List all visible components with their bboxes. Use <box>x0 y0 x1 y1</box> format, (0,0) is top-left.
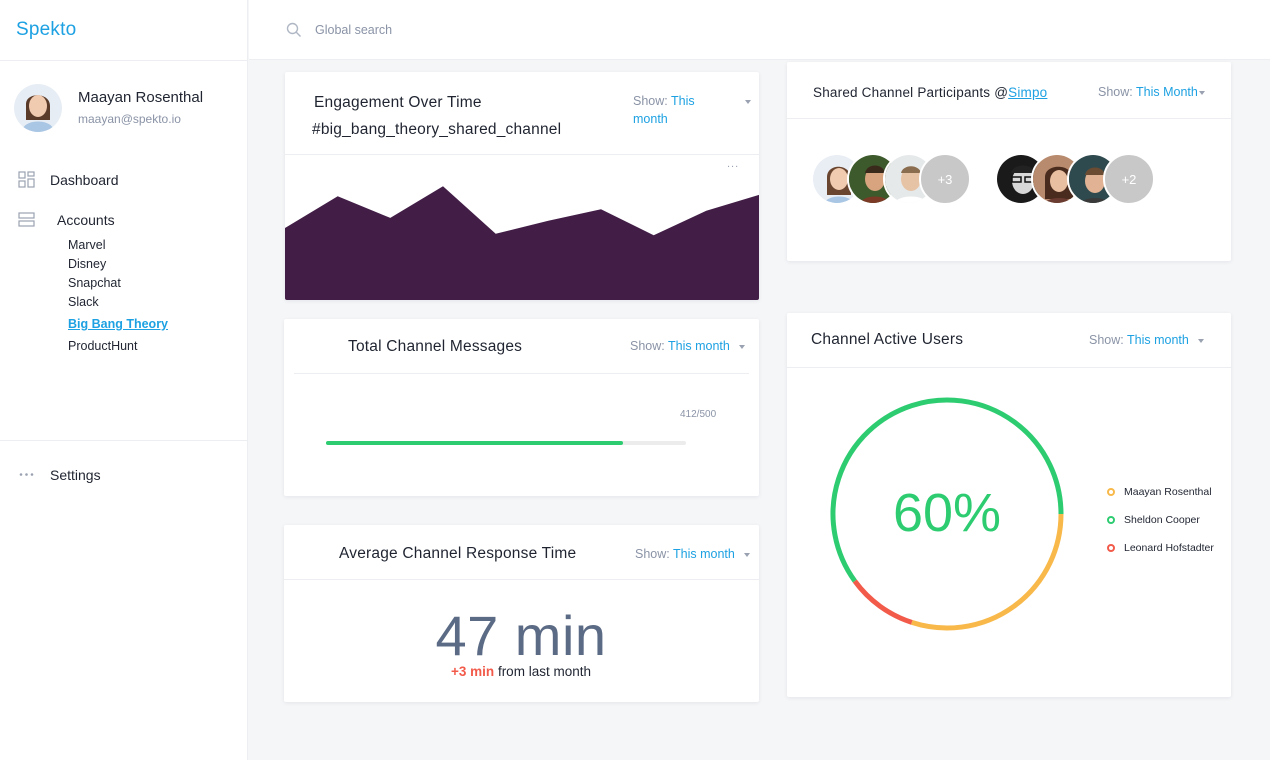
account-big-bang-theory[interactable]: Big Bang Theory <box>68 315 168 334</box>
donut-segment-leonard-hofstadter <box>852 579 913 625</box>
legend-label: Leonard Hofstadter <box>1124 542 1214 554</box>
response-period-dropdown[interactable]: Show: This month <box>635 547 751 561</box>
messages-progress-track <box>326 441 686 445</box>
nav-dashboard[interactable]: Dashboard <box>18 171 119 189</box>
app-logo[interactable]: Spekto <box>16 19 76 41</box>
participants-group-b: +2 <box>995 153 1155 205</box>
active-users-donut: 60% <box>829 396 1065 632</box>
participants-org-link[interactable]: Simpo <box>1008 85 1047 100</box>
active-users-title: Channel Active Users <box>811 331 964 348</box>
show-label: Show: <box>1089 333 1124 347</box>
nav-accounts-label: Accounts <box>57 212 115 228</box>
card-divider <box>787 118 1231 119</box>
chevron-down-icon <box>1198 90 1205 95</box>
sidebar-divider <box>0 60 248 61</box>
participants-more-badge[interactable]: +2 <box>1103 153 1155 205</box>
legend-label: Maayan Rosenthal <box>1124 486 1212 498</box>
active-users-legend: Maayan Rosenthal Sheldon Cooper Leonard … <box>1107 478 1214 562</box>
profile-avatar[interactable] <box>14 84 62 132</box>
participants-card: Shared Channel Participants @Simpo Show:… <box>787 62 1231 261</box>
card-divider <box>294 373 749 374</box>
accounts-submenu: Marvel Disney Snapchat Slack Big Bang Th… <box>68 236 168 356</box>
engagement-period-dropdown[interactable]: Show: This month <box>633 92 723 128</box>
show-value: This month <box>668 339 730 353</box>
legend-item: Sheldon Cooper <box>1107 506 1214 534</box>
card-divider <box>285 154 759 155</box>
participants-period-dropdown[interactable]: Show: This Month <box>1098 85 1205 99</box>
chevron-down-icon <box>744 552 751 557</box>
engagement-channel: #big_bang_theory_shared_channel <box>312 121 562 138</box>
dashboard-icon <box>18 171 36 189</box>
account-snapchat[interactable]: Snapchat <box>68 274 168 293</box>
account-marvel[interactable]: Marvel <box>68 236 168 255</box>
show-label: Show: <box>633 94 668 108</box>
legend-item: Leonard Hofstadter <box>1107 534 1214 562</box>
show-value: This month <box>1127 333 1189 347</box>
response-time-value: 47 min <box>435 604 607 667</box>
participants-more-badge[interactable]: +3 <box>919 153 971 205</box>
account-disney[interactable]: Disney <box>68 255 168 274</box>
more-dots-icon <box>18 466 36 484</box>
messages-period-dropdown[interactable]: Show: This month <box>630 339 746 353</box>
response-title: Average Channel Response Time <box>339 545 577 562</box>
legend-dot-icon <box>1107 544 1115 552</box>
top-bar <box>249 0 1270 60</box>
participants-group-a: +3 <box>811 153 971 205</box>
nav-settings[interactable]: Settings <box>18 466 101 484</box>
participants-title: Shared Channel Participants @Simpo <box>813 85 1047 100</box>
legend-dot-icon <box>1107 488 1115 496</box>
profile-name: Maayan Rosenthal <box>78 89 204 106</box>
response-delta-line: +3 min from last month <box>284 664 758 679</box>
show-label: Show: <box>635 547 670 561</box>
nav-settings-label: Settings <box>50 467 101 483</box>
messages-progress-label: 412/500 <box>680 409 717 420</box>
engagement-title: Engagement Over Time <box>314 94 482 111</box>
active-users-period-dropdown[interactable]: Show: This month <box>1089 333 1205 347</box>
messages-progress-fill <box>326 441 623 445</box>
sidebar: Spekto Maayan Rosenthal maayan@spekto.io… <box>0 0 248 760</box>
card-divider <box>787 367 1231 368</box>
messages-title: Total Channel Messages <box>348 338 523 355</box>
legend-label: Sheldon Cooper <box>1124 514 1200 526</box>
accounts-icon <box>18 211 36 229</box>
show-label: Show: <box>1098 85 1133 99</box>
response-delta-suffix: from last month <box>494 664 591 679</box>
account-slack[interactable]: Slack <box>68 293 168 312</box>
sidebar-divider <box>0 440 248 441</box>
active-users-percent: 60% <box>892 483 1002 543</box>
legend-item: Maayan Rosenthal <box>1107 478 1214 506</box>
show-value: This month <box>673 547 735 561</box>
engagement-card: Engagement Over Time #big_bang_theory_sh… <box>285 72 759 300</box>
show-value: This Month <box>1136 85 1198 99</box>
account-producthunt[interactable]: ProductHunt <box>68 337 168 356</box>
global-search-input[interactable] <box>315 19 715 41</box>
legend-dot-icon <box>1107 516 1115 524</box>
profile-email: maayan@spekto.io <box>78 112 181 126</box>
chevron-down-icon <box>1198 338 1205 343</box>
card-divider <box>284 579 759 580</box>
nav-accounts[interactable]: Accounts <box>18 211 115 229</box>
search-icon <box>286 22 302 43</box>
nav-dashboard-label: Dashboard <box>50 172 119 188</box>
response-time-card: Average Channel Response Time Show: This… <box>284 525 759 702</box>
chevron-down-icon <box>739 344 746 349</box>
engagement-area-chart <box>285 186 759 300</box>
messages-card: Total Channel Messages Show: This month … <box>284 319 759 496</box>
chevron-down-icon[interactable] <box>745 100 751 104</box>
response-delta: +3 min <box>451 664 495 679</box>
engagement-area <box>285 186 759 300</box>
participants-title-prefix: Shared Channel Participants @ <box>813 85 1009 100</box>
show-label: Show: <box>630 339 665 353</box>
